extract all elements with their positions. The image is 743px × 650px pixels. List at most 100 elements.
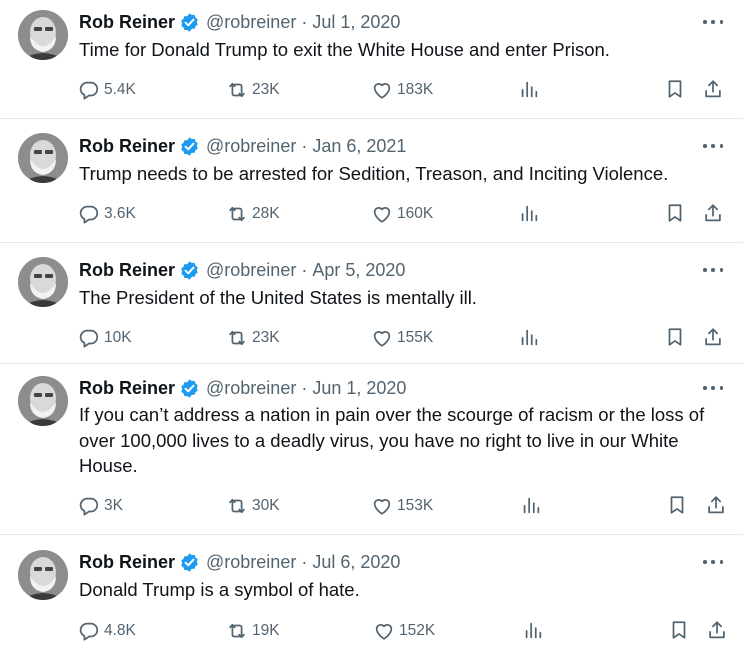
reply-count: 5.4K — [104, 81, 136, 98]
more-icon[interactable] — [703, 267, 723, 273]
like-button[interactable]: 155K — [371, 326, 433, 350]
tweet-actions: 10K 23K 155K — [0, 326, 743, 350]
bookmark-icon[interactable] — [666, 494, 688, 516]
reply-button[interactable]: 4.8K — [78, 619, 136, 643]
separator: · — [301, 552, 308, 572]
retweet-count: 30K — [252, 497, 280, 514]
views-icon[interactable] — [518, 326, 540, 348]
reply-count: 3K — [104, 497, 123, 514]
retweet-count: 23K — [252, 81, 280, 98]
tweet-header: Rob Reiner @robreiner · Apr 5, 2020 — [79, 259, 405, 281]
tweet[interactable]: Rob Reiner @robreiner · Jul 6, 2020 Dona… — [0, 535, 743, 650]
retweet-icon — [229, 623, 245, 639]
avatar[interactable] — [18, 257, 68, 307]
author-name[interactable]: Rob Reiner — [79, 551, 175, 573]
retweet-icon — [229, 82, 245, 98]
tweet-header: Rob Reiner @robreiner · Jan 6, 2021 — [79, 135, 406, 157]
more-icon[interactable] — [703, 143, 723, 149]
tweet[interactable]: Rob Reiner @robreiner · Apr 5, 2020 The … — [0, 243, 743, 364]
author-name[interactable]: Rob Reiner — [79, 135, 175, 157]
reply-button[interactable]: 10K — [78, 326, 132, 350]
heart-icon — [373, 331, 391, 347]
verified-badge-icon — [181, 12, 198, 32]
author-handle[interactable]: @robreiner — [206, 551, 296, 573]
like-button[interactable]: 183K — [371, 78, 433, 102]
author-name[interactable]: Rob Reiner — [79, 11, 175, 33]
retweet-button[interactable]: 23K — [226, 78, 280, 102]
avatar[interactable] — [18, 10, 68, 60]
bookmark-icon[interactable] — [664, 78, 686, 100]
verified-badge-icon — [181, 552, 198, 572]
like-button[interactable]: 152K — [373, 619, 435, 643]
avatar[interactable] — [18, 133, 68, 183]
author-name[interactable]: Rob Reiner — [79, 377, 175, 399]
like-button[interactable]: 160K — [371, 202, 433, 226]
tweet-actions: 3K 30K 153K — [0, 494, 743, 518]
reply-button[interactable]: 3.6K — [78, 202, 136, 226]
reply-icon — [79, 329, 99, 348]
retweet-icon — [229, 498, 245, 514]
retweet-button[interactable]: 23K — [226, 326, 280, 350]
tweet-date[interactable]: Jun 1, 2020 — [312, 377, 406, 399]
verified-badge-icon — [181, 260, 198, 280]
separator: · — [301, 12, 308, 32]
like-button[interactable]: 153K — [371, 494, 433, 518]
reply-count: 3.6K — [104, 205, 136, 222]
author-handle[interactable]: @robreiner — [206, 377, 296, 399]
tweet-header: Rob Reiner @robreiner · Jul 6, 2020 — [79, 551, 400, 573]
tweet-actions: 3.6K 28K 160K — [0, 202, 743, 226]
reply-button[interactable]: 5.4K — [78, 78, 136, 102]
reply-icon — [79, 497, 99, 516]
tweet-text: Trump needs to be arrested for Sedition,… — [79, 163, 669, 184]
bookmark-icon[interactable] — [664, 326, 686, 348]
like-count: 183K — [397, 81, 434, 98]
separator: · — [301, 136, 308, 156]
bookmark-icon[interactable] — [668, 619, 690, 641]
reply-icon — [79, 205, 99, 224]
avatar[interactable] — [18, 550, 68, 600]
tweet-date[interactable]: Apr 5, 2020 — [312, 259, 405, 281]
retweet-button[interactable]: 19K — [226, 619, 280, 643]
author-name[interactable]: Rob Reiner — [79, 259, 175, 281]
more-icon[interactable] — [703, 559, 723, 565]
retweet-button[interactable]: 30K — [226, 494, 280, 518]
retweet-count: 19K — [252, 622, 280, 639]
tweet-date[interactable]: Jan 6, 2021 — [312, 135, 406, 157]
author-handle[interactable]: @robreiner — [206, 11, 296, 33]
tweet-text: The President of the United States is me… — [79, 287, 477, 308]
tweet-date[interactable]: Jul 1, 2020 — [312, 11, 400, 33]
views-icon[interactable] — [518, 78, 540, 100]
reply-button[interactable]: 3K — [78, 494, 123, 518]
tweet-header: Rob Reiner @robreiner · Jul 1, 2020 — [79, 11, 400, 33]
like-count: 160K — [397, 205, 434, 222]
author-handle[interactable]: @robreiner — [206, 259, 296, 281]
views-icon[interactable] — [520, 494, 542, 516]
more-icon[interactable] — [703, 19, 723, 25]
share-icon[interactable] — [705, 494, 727, 516]
separator: · — [301, 378, 308, 398]
avatar[interactable] — [18, 376, 68, 426]
share-icon[interactable] — [702, 326, 724, 348]
tweet[interactable]: Rob Reiner @robreiner · Jan 6, 2021 Trum… — [0, 119, 743, 243]
heart-icon — [373, 83, 391, 99]
bookmark-icon[interactable] — [664, 202, 686, 224]
tweet-header: Rob Reiner @robreiner · Jun 1, 2020 — [79, 377, 406, 399]
tweet-text: If you can’t address a nation in pain ov… — [79, 404, 705, 476]
retweet-button[interactable]: 28K — [226, 202, 280, 226]
heart-icon — [375, 624, 393, 640]
tweet-actions: 5.4K 23K 183K — [0, 78, 743, 102]
separator: · — [301, 260, 308, 280]
share-icon[interactable] — [706, 619, 728, 641]
author-handle[interactable]: @robreiner — [206, 135, 296, 157]
like-count: 153K — [397, 497, 434, 514]
views-icon[interactable] — [522, 619, 544, 641]
more-icon[interactable] — [703, 385, 723, 391]
views-icon[interactable] — [518, 202, 540, 224]
retweet-count: 28K — [252, 205, 280, 222]
retweet-icon — [229, 330, 245, 346]
tweet-date[interactable]: Jul 6, 2020 — [312, 551, 400, 573]
share-icon[interactable] — [702, 78, 724, 100]
tweet[interactable]: Rob Reiner @robreiner · Jul 1, 2020 Time… — [0, 0, 743, 119]
share-icon[interactable] — [702, 202, 724, 224]
tweet[interactable]: Rob Reiner @robreiner · Jun 1, 2020 If y… — [0, 364, 743, 535]
